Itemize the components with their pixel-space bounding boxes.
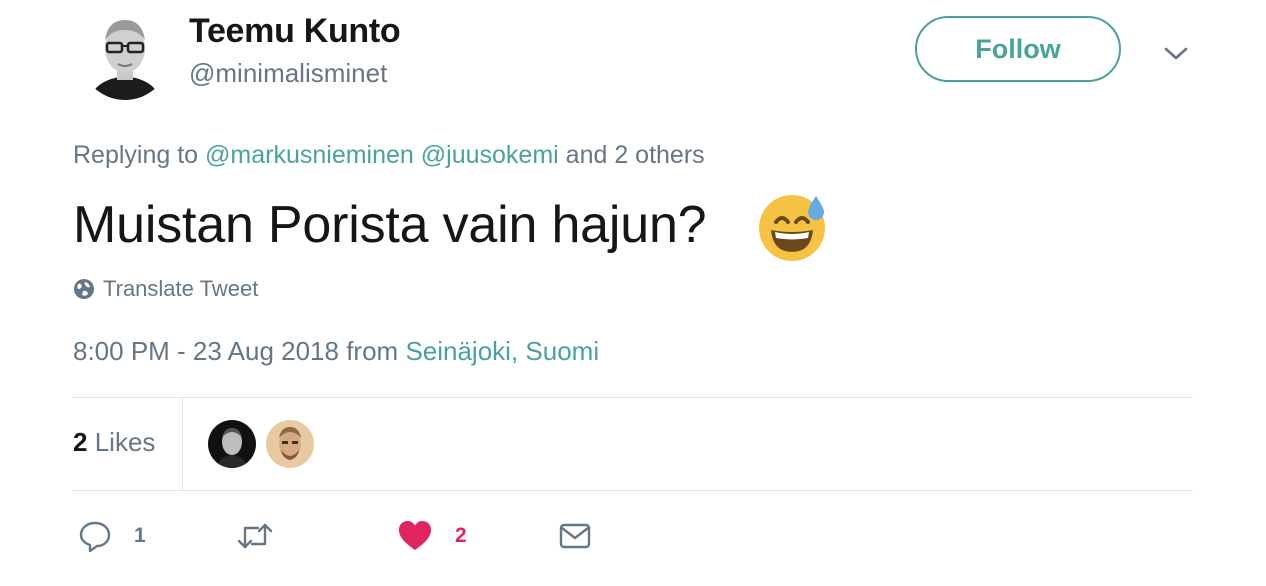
like-button[interactable]: 2 — [397, 518, 467, 554]
reply-icon — [79, 521, 111, 553]
location-link[interactable]: Seinäjoki, Suomi — [405, 336, 599, 366]
retweet-icon — [237, 523, 273, 549]
like-count: 2 — [455, 524, 467, 547]
user-handle[interactable]: @minimalisminet — [189, 58, 387, 89]
direct-message-button[interactable] — [558, 518, 592, 554]
heart-icon — [399, 521, 431, 550]
liker-avatar[interactable] — [266, 420, 314, 468]
user-avatar[interactable] — [80, 10, 170, 100]
tweet-text: Muistan Porista vain hajun? — [73, 196, 707, 254]
reply-button[interactable]: 1 — [78, 518, 146, 554]
likes-count[interactable]: 2 Likes — [73, 427, 155, 458]
mention-link[interactable]: @markusnieminen — [205, 141, 414, 169]
display-name[interactable]: Teemu Kunto — [189, 12, 401, 51]
grinning-face-with-sweat-icon — [756, 190, 828, 262]
likes-number: 2 — [73, 427, 88, 457]
globe-icon — [74, 279, 94, 299]
avatar-photo — [80, 10, 170, 100]
tweet-timestamp: 8:00 PM - 23 Aug 2018 from Seinäjoki, Su… — [73, 336, 599, 367]
likes-word: Likes — [94, 427, 156, 457]
mention-link[interactable]: @juusokemi — [421, 141, 559, 169]
timestamp-text: 8:00 PM - 23 Aug 2018 from — [73, 336, 399, 366]
reply-count: 1 — [134, 524, 146, 547]
others-link[interactable]: and 2 others — [566, 141, 705, 169]
divider-vertical — [182, 398, 183, 490]
divider — [73, 397, 1193, 398]
translate-label: Translate Tweet — [103, 276, 259, 301]
follow-button[interactable]: Follow — [915, 16, 1121, 82]
chevron-down-icon[interactable] — [1161, 40, 1191, 66]
translate-tweet[interactable]: Translate Tweet — [73, 276, 258, 302]
envelope-icon — [559, 523, 591, 549]
liker-avatar[interactable] — [208, 420, 256, 468]
replying-to: Replying to @markusnieminen @juusokemi a… — [73, 141, 705, 170]
replying-prefix: Replying to — [73, 141, 199, 169]
retweet-button[interactable] — [236, 518, 296, 554]
divider — [73, 490, 1193, 491]
